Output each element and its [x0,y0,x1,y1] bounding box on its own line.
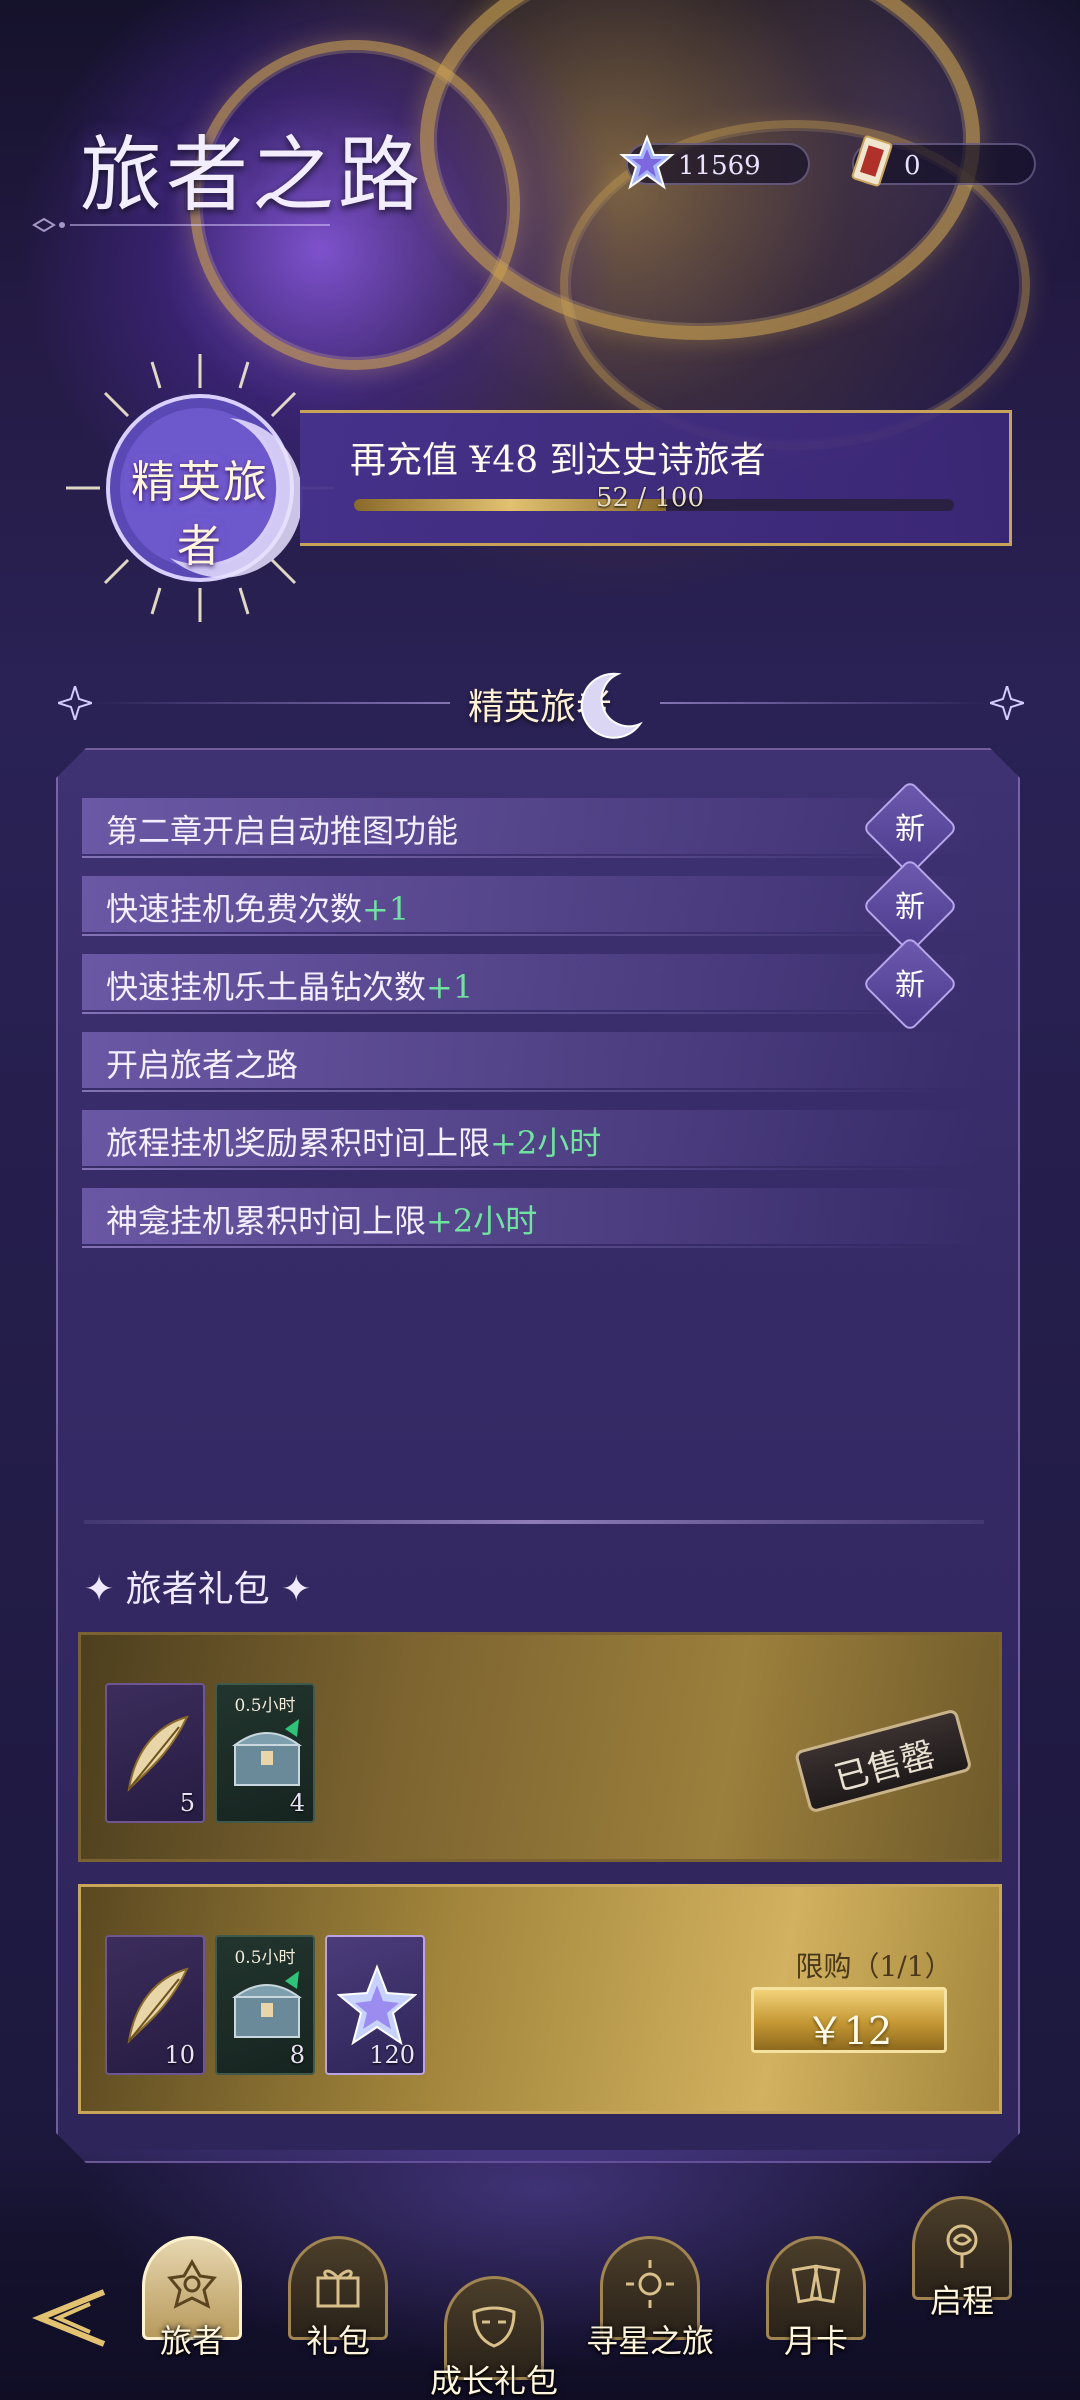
gift-section-title: ✦ 旅者礼包 ✦ [84,1569,312,1610]
benefit-text: 快速挂机乐土晶钻次数+1 [106,968,474,1006]
benefit-text: 第二章开启自动推图功能 [106,812,459,850]
new-badge-label: 新 [895,968,925,1003]
page-title: 旅者之路 [80,128,425,223]
item-count: 5 [179,1789,195,1817]
nav-tab-gift[interactable]: 礼包 [288,2236,388,2360]
sparkle-icon [990,686,1024,720]
nav-label: 成长礼包 [429,2362,558,2400]
item-count: 8 [289,2041,305,2069]
section-title: 精英旅者 [467,687,612,728]
rank-progress-text: 52 / 100 [596,483,704,513]
nav-tab-traveler[interactable]: 旅者 [142,2236,242,2360]
gift-item[interactable]: 5 [105,1683,205,1823]
nav-label: 月卡 [783,2322,848,2360]
benefit-row: 快速挂机乐土晶钻次数+1 新 [82,935,982,1033]
nav-tab-depart[interactable]: 启程 [912,2196,1012,2320]
purchase-limit: 限购（1/1） [795,1950,953,1983]
gift-icon [316,2269,360,2308]
benefit-text: 快速挂机免费次数+1 [106,890,410,928]
benefit-text: 开启旅者之路 [106,1046,299,1084]
title-ornament [32,218,330,232]
gift-divider [84,1520,984,1524]
feather-icon [127,1967,189,2044]
benefit-row: 第二章开启自动推图功能 新 [82,779,982,877]
nav-label: 礼包 [305,2322,370,2360]
buy-button[interactable]: ￥12 [751,1987,947,2053]
currency-ticket[interactable]: 0 [851,135,1036,187]
gift-bundle-soldout: 5 0.5小时 4 已售罄 [78,1632,1002,1862]
gift-item[interactable]: 10 [105,1935,205,2075]
nav-label: 旅者 [159,2322,224,2360]
benefit-text: 旅程挂机奖励累积时间上限+2小时 [106,1124,602,1162]
gift-bundle-available: 10 0.5小时 8 120 限购（1/1） ￥12 [78,1884,1002,2114]
currency-crystal[interactable]: 11569 [619,134,810,190]
nav-tab-starseek[interactable]: 寻星之旅 [586,2236,714,2360]
nav-label: 寻星之旅 [585,2322,714,2360]
benefit-text: 神龛挂机累积时间上限+2小时 [106,1202,538,1240]
nav-tab-monthcard[interactable]: 月卡 [766,2236,866,2360]
gift-item[interactable]: 0.5小时 8 [215,1935,315,2075]
section-header: 精英旅者 [0,668,1080,739]
benefit-row: 快速挂机免费次数+1 新 [82,857,982,955]
treasure-chest-icon [231,1971,303,2038]
item-count: 120 [369,2041,415,2069]
ticket-card-icon [851,135,893,187]
rose-icon [946,2224,978,2268]
mask-icon [472,2306,516,2348]
benefit-row: 开启旅者之路 [82,1032,982,1092]
currency-ticket-value: 0 [904,151,921,181]
treasure-chest-icon [231,1719,303,1786]
soldout-stamp: 已售罄 [788,1685,979,1835]
star-crystal-icon [337,1964,417,2046]
sun-icon [626,2260,674,2308]
rank-progress-panel: 再充值 ¥48 到达史诗旅者 52 / 100 [300,410,1012,546]
item-count: 10 [164,2041,195,2069]
benefit-row: 神龛挂机累积时间上限+2小时 [82,1188,982,1248]
currency-crystal-value: 11569 [678,151,761,181]
gift-item[interactable]: 120 [325,1935,425,2075]
rank-name: 精英旅者 [131,457,269,572]
benefit-row: 旅程挂机奖励累积时间上限+2小时 [82,1110,982,1170]
rank-upgrade-message: 再充值 ¥48 到达史诗旅者 [350,440,766,481]
new-badge-label: 新 [895,890,925,925]
star-crystal-icon [619,134,675,190]
nav-tab-growth[interactable]: 成长礼包 [430,2276,558,2400]
back-arrow-icon[interactable] [20,2272,112,2364]
lotus-icon [167,2258,217,2309]
gift-item[interactable]: 0.5小时 4 [215,1683,315,1823]
nav-label: 启程 [929,2282,994,2320]
feather-icon [127,1715,189,1792]
new-badge-label: 新 [895,812,925,847]
crescent-moon-icon [580,672,643,739]
item-count: 4 [289,1789,305,1817]
buy-button-price: ￥12 [805,2009,893,2053]
cards-icon [791,2264,841,2304]
divider-line [660,702,990,704]
